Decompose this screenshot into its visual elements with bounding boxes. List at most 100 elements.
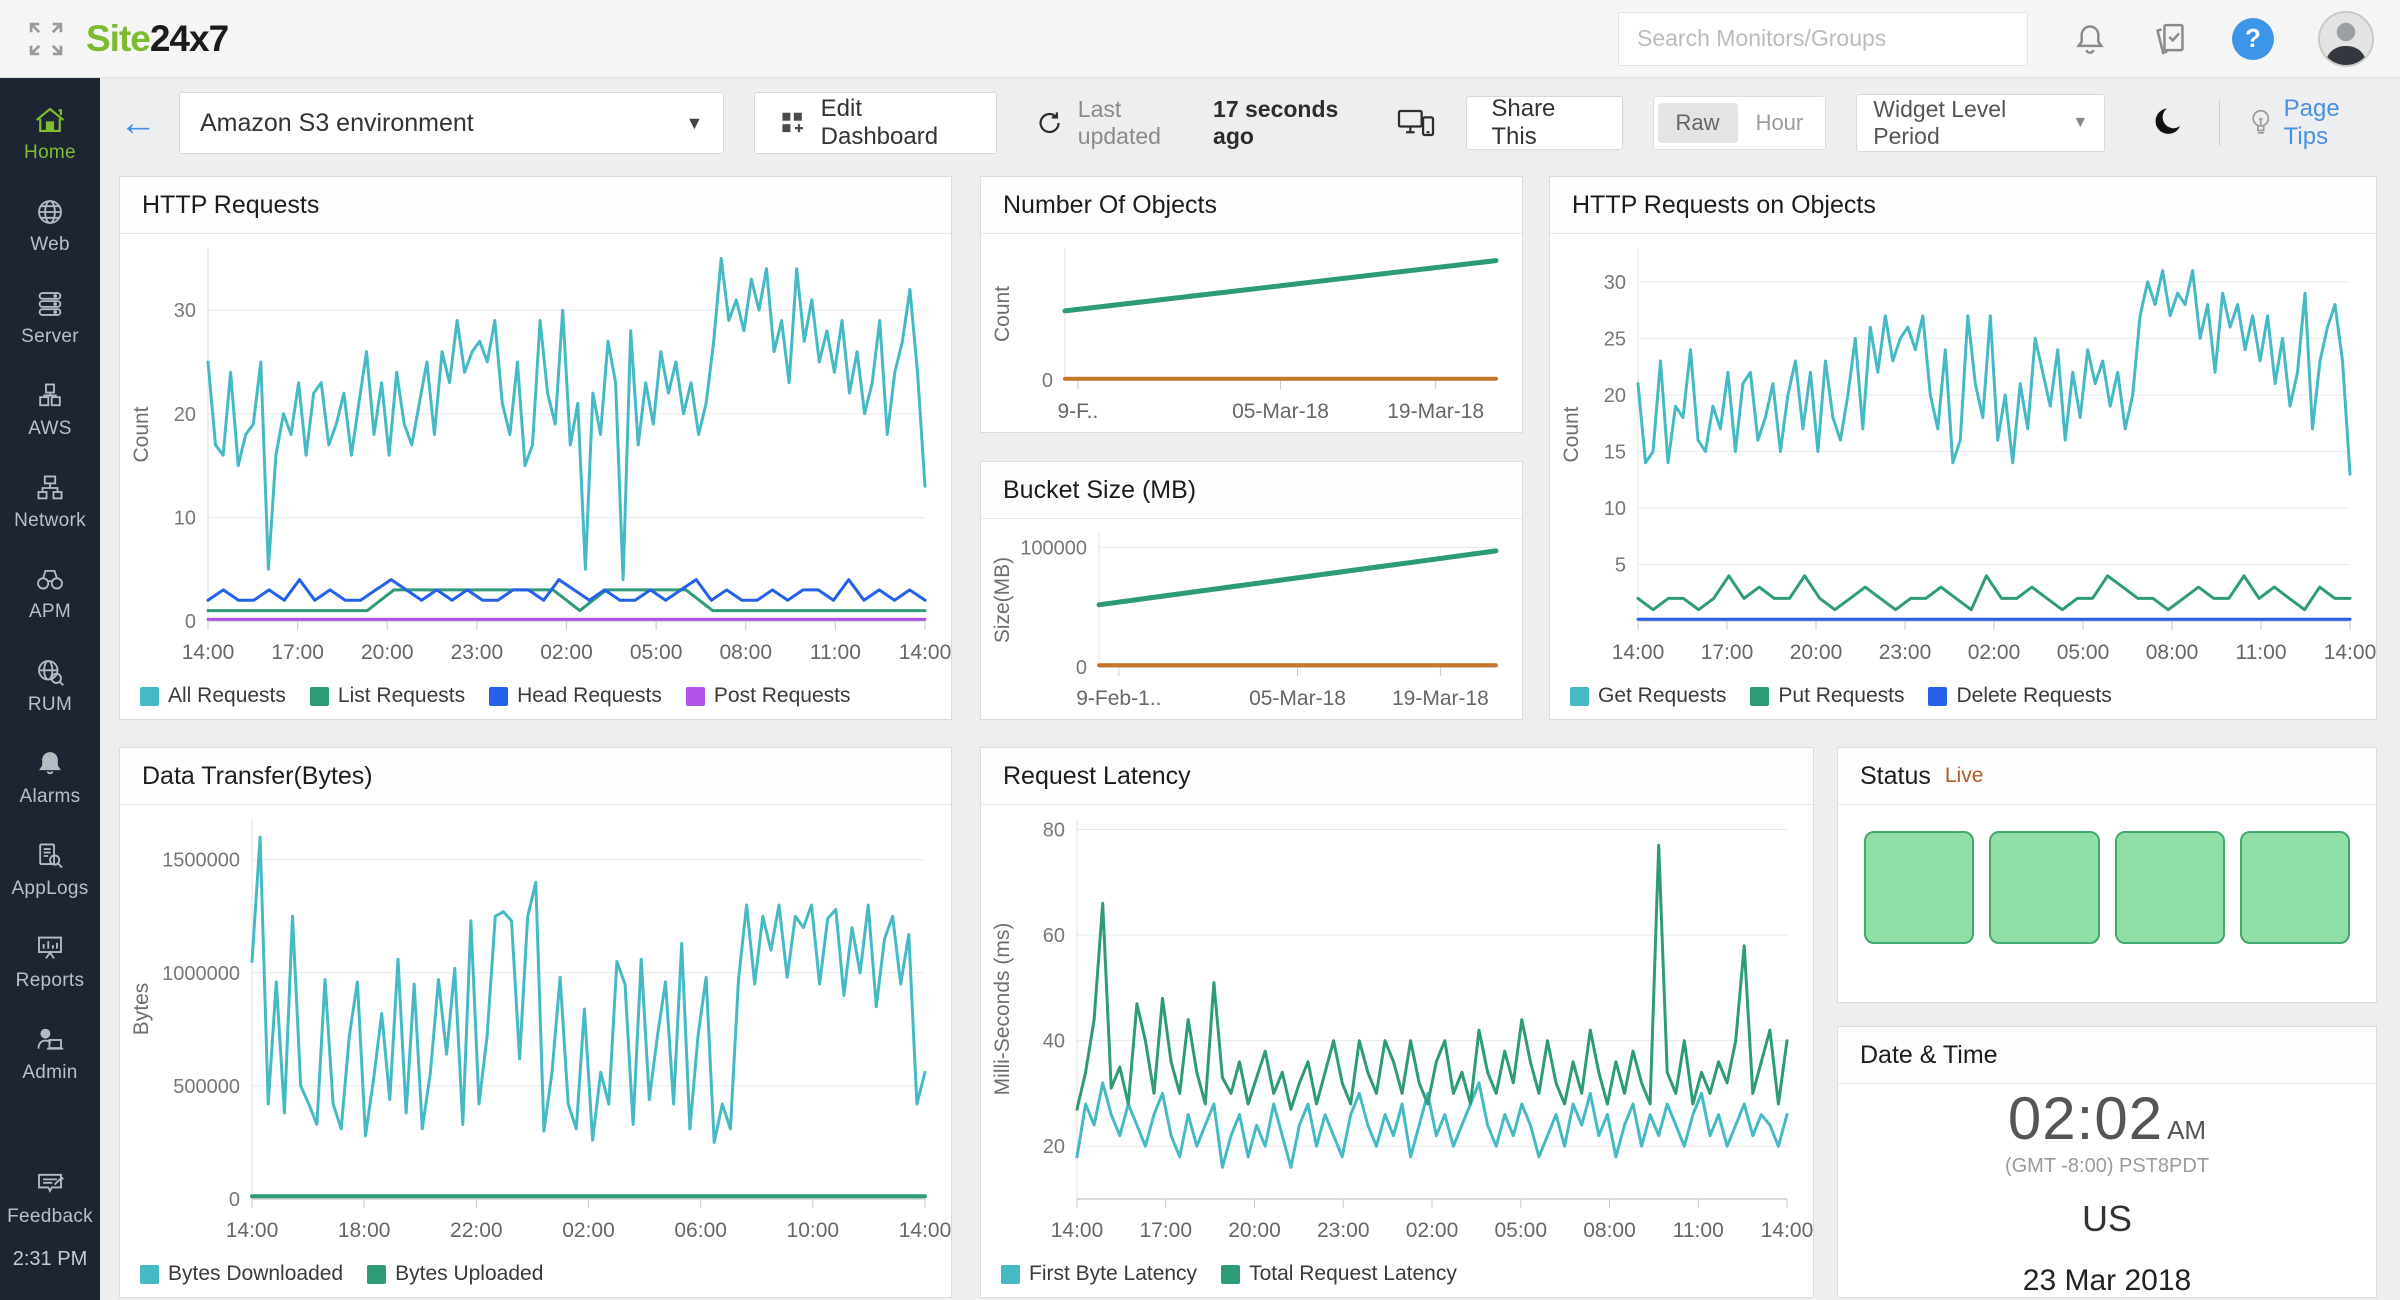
svg-text:02:00: 02:00 <box>1968 641 2021 664</box>
refresh-icon[interactable] <box>1035 107 1064 139</box>
clock-time: 02:02 <box>2008 1084 2163 1153</box>
dashboard-selector[interactable]: Amazon S3 environment ▼ <box>179 92 724 154</box>
svg-text:17:00: 17:00 <box>1701 641 1754 664</box>
chart-legend: Bytes Downloaded Bytes Uploaded <box>120 1251 951 1297</box>
chevron-down-icon: ▼ <box>2072 114 2088 132</box>
left-sidebar: Home Web Server AWS Network APM RUM <box>0 78 100 1300</box>
number-of-objects-chart[interactable]: 09-F..05-Mar-1819-Mar-18Count <box>981 234 1522 432</box>
request-latency-chart[interactable]: 2040608014:0017:0020:0023:0002:0005:0008… <box>981 805 1813 1251</box>
svg-text:0: 0 <box>1042 370 1053 392</box>
legend-item[interactable]: List Requests <box>310 684 465 708</box>
sidebar-item-label: AWS <box>28 418 71 440</box>
panel-title: Data Transfer(Bytes) <box>142 762 373 791</box>
notifications-bell-icon[interactable] <box>2072 21 2108 57</box>
legend-item[interactable]: Head Requests <box>489 684 662 708</box>
expand-icon[interactable] <box>24 17 68 61</box>
status-tile[interactable] <box>1864 831 1974 944</box>
svg-text:Count: Count <box>1560 406 1583 462</box>
help-icon[interactable]: ? <box>2232 18 2274 60</box>
svg-text:14:00: 14:00 <box>1051 1219 1104 1242</box>
sidebar-item-label: Home <box>24 142 76 164</box>
top-header: Site24x7 ? <box>0 0 2400 78</box>
widget-level-period-value: Widget Level Period <box>1873 96 2072 150</box>
sidebar-item-server[interactable]: Server <box>0 272 100 364</box>
svg-text:80: 80 <box>1043 820 1065 842</box>
legend-item[interactable]: Total Request Latency <box>1221 1262 1457 1286</box>
sidebar-item-rum[interactable]: RUM <box>0 640 100 732</box>
svg-text:9-Feb-1..: 9-Feb-1.. <box>1076 687 1161 710</box>
sidebar-item-alarms[interactable]: Alarms <box>0 732 100 824</box>
http-requests-on-objects-chart[interactable]: 5101520253014:0017:0020:0023:0002:0005:0… <box>1550 234 2376 673</box>
legend-item[interactable]: Get Requests <box>1570 684 1726 708</box>
segment-hour[interactable]: Hour <box>1738 103 1822 143</box>
globe-icon <box>35 197 65 227</box>
legend-item[interactable]: Bytes Uploaded <box>367 1262 543 1286</box>
sidebar-item-applogs[interactable]: AppLogs <box>0 824 100 916</box>
segment-raw[interactable]: Raw <box>1658 103 1738 143</box>
panel-request-latency: Request Latency 2040608014:0017:0020:002… <box>980 747 1814 1298</box>
sidebar-item-feedback[interactable]: Feedback <box>0 1152 100 1244</box>
svg-text:10: 10 <box>1604 498 1626 520</box>
page-tips-link[interactable]: Page Tips <box>2248 95 2381 151</box>
panel-title: Request Latency <box>1003 762 1191 791</box>
http-requests-chart[interactable]: 010203014:0017:0020:0023:0002:0005:0008:… <box>120 234 951 673</box>
sidebar-item-web[interactable]: Web <box>0 180 100 272</box>
svg-text:20: 20 <box>174 404 196 426</box>
svg-text:14:00: 14:00 <box>899 1219 951 1242</box>
raw-hour-toggle: Raw Hour <box>1653 96 1827 150</box>
avatar[interactable] <box>2318 11 2374 67</box>
svg-text:30: 30 <box>1604 272 1626 294</box>
tasks-icon[interactable] <box>2152 21 2188 57</box>
back-arrow[interactable]: ← <box>119 104 157 142</box>
widget-level-period-selector[interactable]: Widget Level Period ▼ <box>1856 94 2105 152</box>
search-input[interactable] <box>1618 12 2028 66</box>
sidebar-item-home[interactable]: Home <box>0 88 100 180</box>
svg-text:23:00: 23:00 <box>451 641 504 664</box>
legend-swatch <box>140 1265 159 1284</box>
svg-text:0: 0 <box>229 1189 240 1211</box>
sidebar-item-aws[interactable]: AWS <box>0 364 100 456</box>
sidebar-item-label: Alarms <box>20 786 81 808</box>
sidebar-item-network[interactable]: Network <box>0 456 100 548</box>
sidebar-item-apm[interactable]: APM <box>0 548 100 640</box>
svg-text:05-Mar-18: 05-Mar-18 <box>1249 687 1346 710</box>
share-this-label: Share This <box>1491 95 1597 151</box>
panel-title: Bucket Size (MB) <box>1003 476 1196 505</box>
svg-text:20:00: 20:00 <box>361 641 414 664</box>
svg-text:14:00: 14:00 <box>899 641 951 664</box>
sidebar-item-label: Network <box>14 510 86 532</box>
share-this-button[interactable]: Share This <box>1466 96 1622 150</box>
sidebar-item-admin[interactable]: Admin <box>0 1008 100 1100</box>
sidebar-item-reports[interactable]: Reports <box>0 916 100 1008</box>
status-tile[interactable] <box>2240 831 2350 944</box>
panel-data-transfer: Data Transfer(Bytes) 0500000100000015000… <box>119 747 952 1298</box>
site24x7-logo[interactable]: Site24x7 <box>86 18 228 60</box>
legend-item[interactable]: Post Requests <box>686 684 851 708</box>
dark-mode-moon-icon[interactable] <box>2151 105 2187 141</box>
legend-item[interactable]: First Byte Latency <box>1001 1262 1197 1286</box>
devices-icon[interactable] <box>1396 106 1436 140</box>
feedback-icon <box>35 1169 65 1199</box>
last-updated-value: 17 seconds ago <box>1213 96 1370 150</box>
sidebar-item-label: Web <box>30 234 70 256</box>
svg-text:40: 40 <box>1043 1031 1065 1053</box>
legend-item[interactable]: Delete Requests <box>1928 684 2111 708</box>
panel-http-requests-on-objects: HTTP Requests on Objects 5101520253014:0… <box>1549 176 2377 720</box>
status-tile[interactable] <box>1989 831 2099 944</box>
bucket-size-chart[interactable]: 01000009-Feb-1..05-Mar-1819-Mar-18Size(M… <box>981 519 1522 719</box>
legend-swatch <box>367 1265 386 1284</box>
edit-dashboard-button[interactable]: Edit Dashboard <box>754 92 996 154</box>
svg-text:19-Mar-18: 19-Mar-18 <box>1387 400 1484 423</box>
svg-text:15: 15 <box>1604 441 1626 463</box>
svg-text:60: 60 <box>1043 925 1065 947</box>
status-tile[interactable] <box>2115 831 2225 944</box>
panel-title: HTTP Requests on Objects <box>1572 191 1876 220</box>
legend-label: Head Requests <box>517 684 662 708</box>
legend-item[interactable]: Put Requests <box>1750 684 1904 708</box>
legend-item[interactable]: All Requests <box>140 684 286 708</box>
clock-timezone: (GMT -8:00) PST8PDT <box>2005 1155 2209 1178</box>
svg-text:9-F..: 9-F.. <box>1058 400 1099 423</box>
legend-item[interactable]: Bytes Downloaded <box>140 1262 343 1286</box>
legend-swatch <box>1750 687 1769 706</box>
data-transfer-chart[interactable]: 05000001000000150000014:0018:0022:0002:0… <box>120 805 951 1251</box>
